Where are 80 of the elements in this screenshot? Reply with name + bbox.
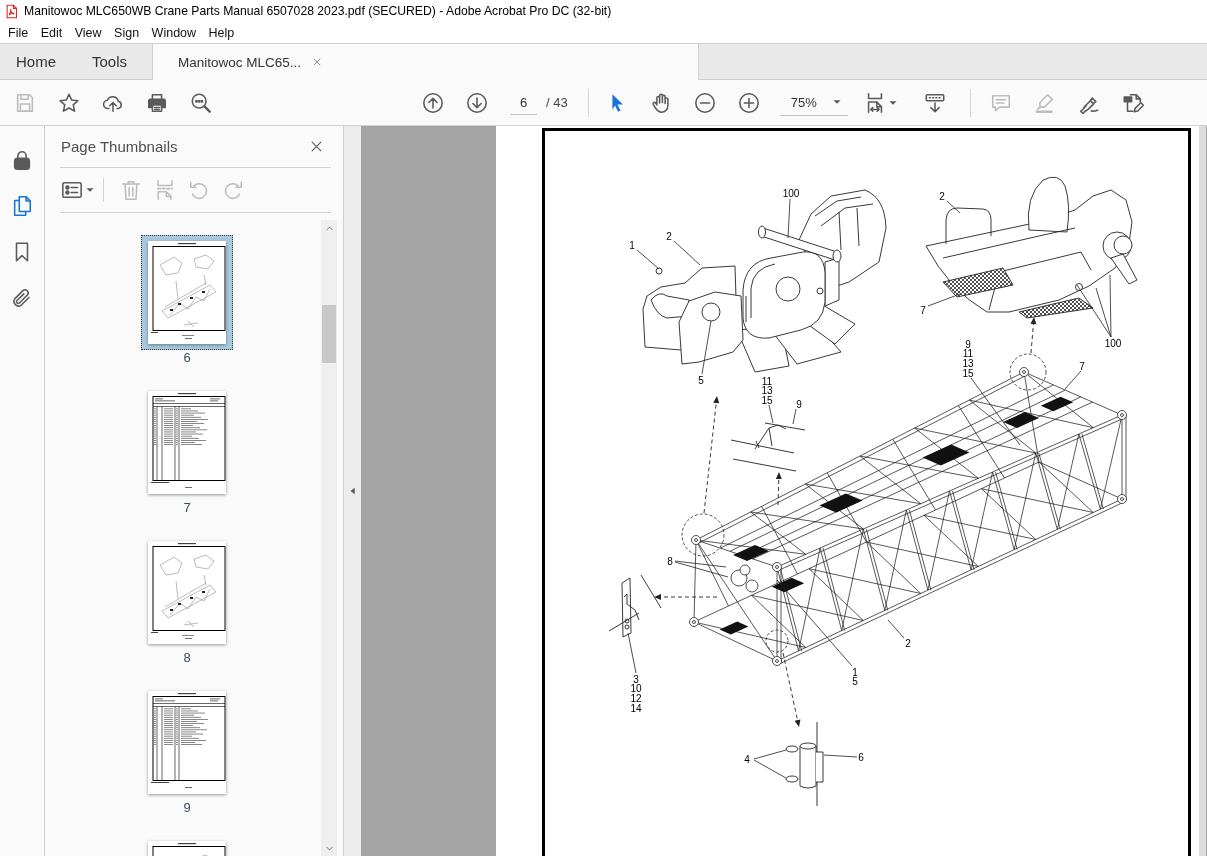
callout-label: 2 (939, 190, 945, 202)
callout-label: 5 (698, 374, 704, 386)
callout-label: 7 (1079, 360, 1085, 372)
menu-item[interactable]: Edit (40, 25, 63, 40)
highlighter-icon (1033, 91, 1056, 114)
callout-label: 1 (629, 239, 635, 251)
menu-item[interactable]: Help (208, 25, 235, 40)
hand-icon (649, 91, 672, 114)
leader-line (927, 293, 961, 307)
star-icon (58, 91, 80, 114)
callout-label: 3 10 12 14 (630, 673, 642, 714)
search-icon (190, 91, 212, 114)
callout-label: 100 (1104, 337, 1122, 349)
zoom-in-icon (737, 91, 760, 114)
scrollbar-track[interactable] (321, 220, 337, 856)
page-number-label: 6 (183, 350, 191, 366)
page-number-label: 9 (183, 800, 191, 816)
menu-item[interactable]: View (74, 25, 102, 40)
leader-line (887, 619, 905, 639)
leader-line (753, 749, 787, 779)
page-number-label: 7 (183, 500, 191, 516)
menu-item[interactable]: Window (151, 25, 197, 40)
extract-pages-icon (154, 179, 176, 201)
page-thumbnail[interactable] (141, 235, 233, 350)
pdf-file-icon (4, 3, 19, 19)
print-icon (146, 91, 168, 114)
page-number-label: 8 (183, 650, 191, 666)
scrollbar-thumb[interactable] (322, 305, 336, 363)
zoom-out-icon (693, 91, 716, 114)
leader-line (701, 320, 712, 375)
dashed-arrow (654, 594, 718, 600)
list-options-icon (61, 179, 83, 201)
callout-label: 8 (667, 555, 673, 567)
dashed-arrow (1030, 317, 1037, 354)
callout-label: 7 (920, 304, 926, 316)
zoom-field[interactable]: 75% (779, 89, 826, 116)
scrollbar-track[interactable] (1199, 126, 1206, 856)
window-title: Manitowoc MLC650WB Crane Parts Manual 6507028 2023.pdf (SECURED) - Adobe Acrobat Pro DC (32-bit) (24, 4, 612, 18)
leader-line (792, 408, 797, 425)
page-number-field[interactable]: 6 (510, 90, 537, 115)
callout-label: 4 (744, 753, 750, 765)
page-count: / 43 (546, 95, 568, 110)
pages-icon (11, 195, 33, 217)
callout-label: 100 (782, 187, 800, 199)
leader-line (970, 377, 1021, 446)
edit-document-icon (1121, 91, 1144, 114)
dashed-arrow (775, 472, 782, 506)
trash-icon (120, 179, 142, 201)
panel-title: Page Thumbnails (61, 138, 178, 155)
lock-icon (11, 149, 33, 171)
rotate-left-icon (188, 179, 210, 201)
close-icon (312, 57, 323, 67)
paperclip-icon (11, 287, 33, 309)
leader-line (787, 198, 791, 239)
leader-line (674, 560, 729, 578)
callout-label: 11 13 15 (761, 375, 773, 407)
callout-label: 2 (666, 230, 672, 242)
callout-label: 1 5 (852, 666, 858, 688)
callout-label: 9 11 13 15 (962, 338, 974, 379)
collapse-panel-handle[interactable] (343, 126, 361, 856)
leader-line (1064, 370, 1082, 390)
leader-line (673, 240, 701, 266)
leader-line (946, 200, 961, 214)
arrow-up-icon (422, 91, 444, 114)
callout-label: 6 (858, 751, 864, 763)
leader-line (1076, 274, 1112, 338)
bracket-detail-drawing (608, 574, 662, 638)
callout-label: 2 (905, 637, 911, 649)
rotate-right-icon (222, 179, 244, 201)
scroll-mode-icon (923, 91, 946, 114)
menu-item[interactable]: Sign (114, 25, 140, 40)
callout-label: 9 (796, 398, 802, 410)
leader-line (627, 632, 637, 674)
leader-line (768, 404, 774, 424)
leader-line (636, 249, 660, 270)
menu-item[interactable]: File (8, 25, 29, 40)
save-icon (14, 91, 36, 114)
leader-line (823, 754, 858, 758)
document-tab[interactable]: Manitowoc MLC65... (152, 44, 699, 80)
arrow-down-icon (466, 91, 488, 114)
